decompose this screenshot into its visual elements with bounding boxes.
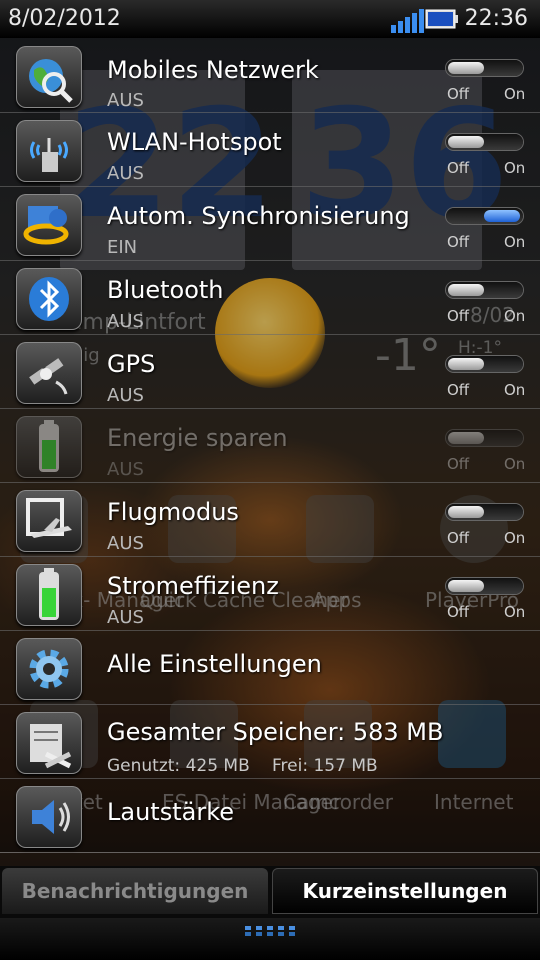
- setting-status: AUS: [107, 459, 144, 480]
- battery-icon: [16, 416, 82, 478]
- toggle-knob: [448, 62, 484, 74]
- setting-title: WLAN-Hotspot: [107, 128, 282, 156]
- status-date: 8/02/2012: [8, 6, 121, 31]
- setting-row-airplane-mode[interactable]: Flugmodus AUS Off On: [0, 482, 540, 557]
- toggle-knob: [448, 580, 484, 592]
- toggle-knob: [448, 506, 484, 518]
- toggle-on-label: On: [504, 307, 526, 325]
- panel-drag-handle[interactable]: [0, 918, 540, 960]
- all-settings-row[interactable]: Alle Einstellungen: [0, 630, 540, 705]
- satellite-icon: [16, 342, 82, 404]
- setting-row-wifi-hotspot[interactable]: WLAN-Hotspot AUS Off On: [0, 112, 540, 187]
- setting-row-bluetooth[interactable]: Bluetooth AUS Off On: [0, 260, 540, 335]
- toggle-on-label: On: [504, 159, 526, 177]
- bluetooth-icon: [16, 268, 82, 330]
- hotspot-icon: [16, 120, 82, 182]
- setting-status: AUS: [107, 163, 144, 184]
- battery-icon: [16, 564, 82, 626]
- storage-row[interactable]: Gesamter Speicher: 583 MB Genutzt: 425 M…: [0, 704, 540, 779]
- status-time: 22:36: [464, 6, 528, 31]
- setting-status: AUS: [107, 385, 144, 406]
- setting-title: Autom. Synchronisierung: [107, 202, 410, 230]
- setting-status: AUS: [107, 533, 144, 554]
- setting-title: GPS: [107, 350, 156, 378]
- toggle-knob: [448, 358, 484, 370]
- status-bar: 8/02/2012 22:36: [0, 0, 540, 38]
- setting-status: AUS: [107, 90, 144, 111]
- toggle-knob: [448, 136, 484, 148]
- setting-row-mobile-network[interactable]: Mobiles Netzwerk AUS Off On: [0, 38, 540, 113]
- wifi-hotspot-toggle[interactable]: Off On: [445, 134, 526, 177]
- setting-row-gps[interactable]: GPS AUS Off On: [0, 334, 540, 409]
- toggle-off-label: Off: [447, 85, 470, 103]
- toggle-off-label: Off: [447, 455, 470, 473]
- toggle-on-label: On: [504, 85, 526, 103]
- quick-settings-list: Mobiles Netzwerk AUS Off On WLAN-Hotspot…: [0, 38, 540, 864]
- setting-row-power-saver[interactable]: Energie sparen AUS Off On: [0, 408, 540, 483]
- toggle-off-label: Off: [447, 233, 470, 251]
- setting-row-power-efficiency[interactable]: Stromeffizienz AUS Off On: [0, 556, 540, 631]
- toggle-knob: [484, 210, 520, 222]
- storage-title: Gesamter Speicher: 583 MB: [107, 718, 444, 746]
- airplane-icon: [16, 490, 82, 552]
- storage-used: Genutzt: 425 MB: [107, 756, 250, 776]
- toggle-on-label: On: [504, 233, 526, 251]
- toggle-off-label: Off: [447, 381, 470, 399]
- toggle-off-label: Off: [447, 603, 470, 621]
- all-settings-title: Alle Einstellungen: [107, 650, 322, 678]
- toggle-on-label: On: [504, 529, 526, 547]
- toggle-knob: [448, 284, 484, 296]
- power-efficiency-toggle[interactable]: Off On: [445, 578, 526, 621]
- setting-title: Energie sparen: [107, 424, 288, 452]
- toggle-on-label: On: [504, 455, 526, 473]
- volume-title: Lautstärke: [107, 798, 234, 826]
- mobile-network-toggle[interactable]: Off On: [445, 60, 526, 103]
- toggle-on-label: On: [504, 603, 526, 621]
- signal-strength-icon: [391, 9, 424, 33]
- toggle-off-label: Off: [447, 307, 470, 325]
- toggle-off-label: Off: [447, 529, 470, 547]
- volume-row[interactable]: Lautstärke: [0, 778, 540, 853]
- toggle-off-label: Off: [447, 159, 470, 177]
- globe-search-icon: [16, 46, 82, 108]
- storage-free: Frei: 157 MB: [272, 756, 378, 776]
- speaker-icon: [16, 786, 82, 848]
- setting-title: Stromeffizienz: [107, 572, 279, 600]
- setting-title: Bluetooth: [107, 276, 224, 304]
- tab-quick-settings[interactable]: Kurzeinstellungen: [272, 868, 538, 914]
- toggle-on-label: On: [504, 381, 526, 399]
- setting-status: AUS: [107, 311, 144, 332]
- setting-row-auto-sync[interactable]: Autom. Synchronisierung EIN Off On: [0, 186, 540, 261]
- storage-tools-icon: [16, 712, 82, 774]
- setting-status: AUS: [107, 607, 144, 628]
- tab-notifications[interactable]: Benachrichtigungen: [2, 868, 268, 914]
- power-saver-toggle[interactable]: Off On: [445, 430, 526, 473]
- setting-title: Flugmodus: [107, 498, 239, 526]
- notification-panel-tabs: Benachrichtigungen Kurzeinstellungen: [0, 866, 540, 918]
- airplane-mode-toggle[interactable]: Off On: [445, 504, 526, 547]
- drag-grip-icon: [245, 926, 295, 936]
- sync-icon: [16, 194, 82, 256]
- setting-title: Mobiles Netzwerk: [107, 56, 319, 84]
- auto-sync-toggle[interactable]: Off On: [445, 208, 526, 251]
- setting-status: EIN: [107, 237, 138, 258]
- bluetooth-toggle[interactable]: Off On: [445, 282, 526, 325]
- gps-toggle[interactable]: Off On: [445, 356, 526, 399]
- gear-icon: [16, 638, 82, 700]
- toggle-knob: [448, 432, 484, 444]
- battery-status-icon: [425, 9, 458, 29]
